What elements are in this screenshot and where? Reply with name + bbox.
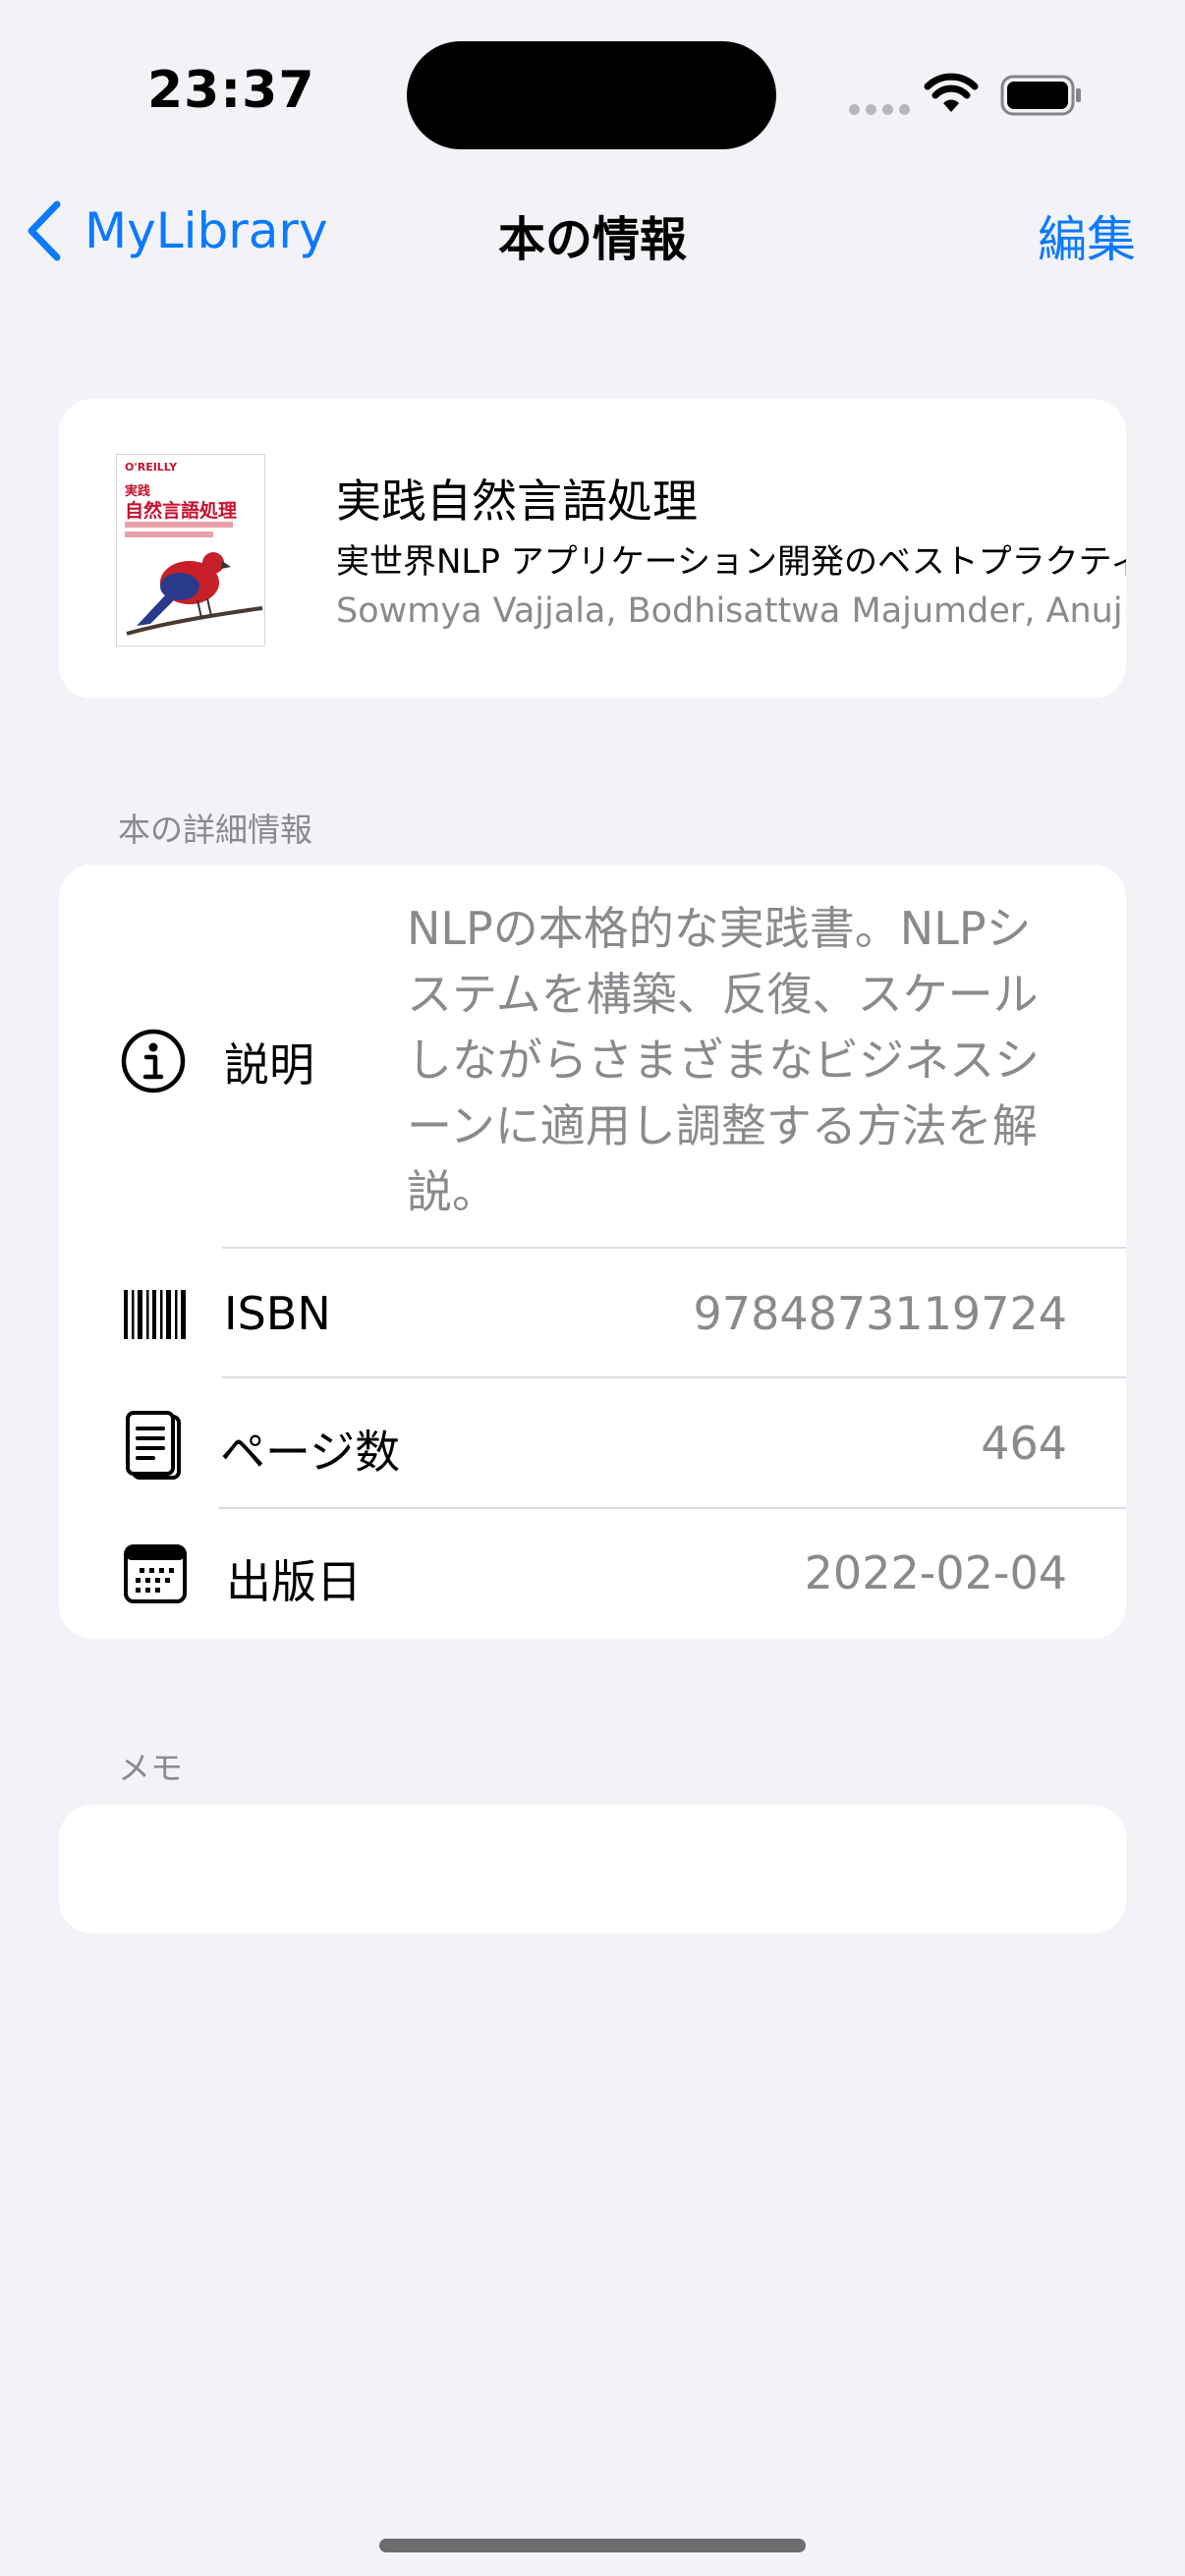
parrot-illustration: [126, 552, 263, 636]
memo-field[interactable]: [59, 1805, 1126, 1933]
description-label: 説明: [224, 1038, 314, 1092]
pages-value: 464: [981, 1417, 1067, 1470]
info-icon: [121, 1029, 186, 1093]
divider: [222, 1247, 1126, 1249]
wifi-icon: [924, 73, 979, 112]
book-subtitle: 実世界NLP アプリケーション開発のベストプラクティス: [336, 542, 1126, 582]
memo-section-header: メモ: [118, 1749, 183, 1787]
book-summary-card: O'REILLY 実践 自然言語処理 実践自然言語処理 実世界NLP アプリケー…: [59, 399, 1126, 699]
book-authors: Sowmya Vajjala, Bodhisattwa Majumder, An…: [336, 591, 1126, 631]
book-title: 実践自然言語処理: [336, 475, 698, 528]
document-pages-icon: [126, 1411, 181, 1480]
edit-button[interactable]: 編集: [1038, 200, 1136, 271]
page-title: 本の情報: [497, 212, 687, 267]
description-value: NLPの本格的な実践書。NLPシステムを構築、反復、スケールしながらさまざまなビ…: [407, 902, 1040, 1218]
barcode-icon: [124, 1290, 186, 1339]
divider: [222, 1376, 1126, 1378]
home-indicator[interactable]: [379, 2539, 806, 2552]
isbn-value: 9784873119724: [693, 1287, 1067, 1340]
book-details-card: 説明 NLPの本格的な実践書。NLPシステムを構築、反復、スケールしながらさまざ…: [59, 865, 1126, 1639]
isbn-label: ISBN: [224, 1287, 331, 1340]
calendar-icon: [124, 1544, 187, 1603]
battery-icon: [1000, 75, 1081, 116]
published-date-label: 出版日: [226, 1555, 362, 1608]
book-cover-image: O'REILLY 実践 自然言語処理: [116, 454, 265, 646]
divider: [218, 1507, 1126, 1509]
pages-label: ページ数: [220, 1426, 401, 1479]
details-section-header: 本の詳細情報: [118, 811, 312, 849]
published-date-value: 2022-02-04: [804, 1546, 1067, 1599]
status-time: 23:37: [147, 61, 315, 120]
dynamic-island: [407, 41, 776, 149]
cover-brand: O'REILLY: [125, 461, 178, 474]
cellular-signal-icon: [849, 104, 910, 115]
book-detail-screen: 23:37 MyLibrary 本の情報 編集 O'REILLY 実践 自然言語…: [0, 0, 1185, 2576]
cover-title-large: 自然言語処理: [125, 500, 238, 522]
